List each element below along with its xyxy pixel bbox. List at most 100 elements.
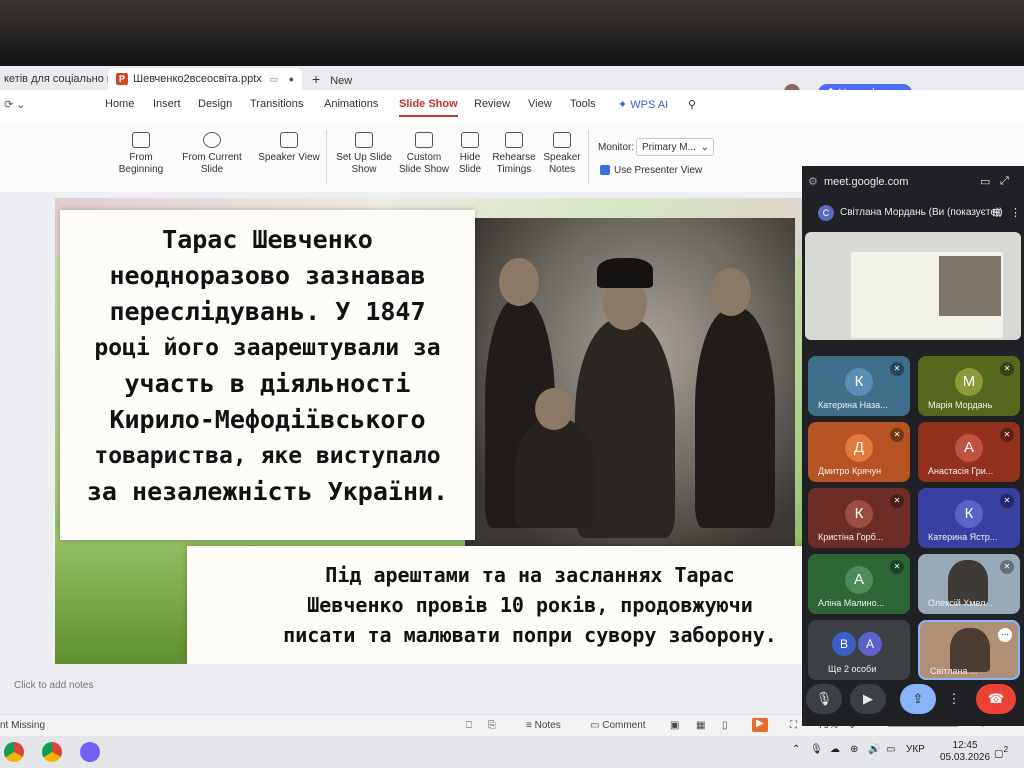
participant-name: Аліна Малино... xyxy=(818,598,885,608)
transition-icon[interactable]: ⎘ xyxy=(488,720,496,731)
participant-avatar: В xyxy=(832,632,856,656)
self-video-tile[interactable]: ⋯ Світлана ... xyxy=(918,620,1020,680)
network-icon[interactable]: ⊕ xyxy=(850,744,858,755)
more-vert-icon[interactable]: ⋮ xyxy=(1010,206,1021,219)
participant-name: Марія Мордань xyxy=(928,400,993,410)
notes-toggle[interactable]: ≡ Notes xyxy=(526,720,561,731)
from-current-button[interactable]: From Current Slide xyxy=(170,132,254,176)
new-tab-button[interactable]: + New xyxy=(312,68,352,92)
clock[interactable]: 12:45 05.03.2026 xyxy=(940,740,990,764)
expand-icon[interactable]: ⤢ xyxy=(1000,175,1009,188)
tab-monitor-icon[interactable]: ▭ xyxy=(269,68,278,90)
viber-icon[interactable] xyxy=(80,742,100,762)
quick-access-icon[interactable]: ⟳ ⌄ xyxy=(4,98,26,111)
present-button[interactable]: ⇪ xyxy=(900,684,936,714)
speaker-view-icon xyxy=(280,132,298,148)
more-participants-tile[interactable]: В А Ще 2 особи xyxy=(808,620,910,680)
person-head xyxy=(711,268,751,316)
rehearse-timings-button[interactable]: Rehearse Timings xyxy=(490,132,538,176)
menu-transitions[interactable]: Transitions xyxy=(250,98,303,110)
camera-icon: ▶ xyxy=(863,691,873,706)
camera-button[interactable]: ▶ xyxy=(850,684,886,714)
menu-wps-ai[interactable]: ✦ WPS AI xyxy=(618,98,668,111)
powerpoint-icon: P xyxy=(116,73,128,86)
new-tab-label: New xyxy=(330,75,353,87)
mic-off-icon: ✕ xyxy=(1000,560,1014,574)
normal-view-icon[interactable]: ▣ xyxy=(670,720,679,731)
hide-slide-button[interactable]: Hide Slide xyxy=(456,132,484,176)
fit-icon[interactable]: ⛶ xyxy=(790,720,797,731)
site-settings-icon[interactable]: ⚙ xyxy=(808,175,818,188)
participant-tile[interactable]: К ✕ Катерина Наза... xyxy=(808,356,910,416)
browser-tab-active[interactable]: P Шевченко2всеосвіта.pptx ▭ ● xyxy=(108,68,302,90)
leave-call-button[interactable]: ☎ xyxy=(976,684,1016,714)
speaker-view-button[interactable]: Speaker View xyxy=(258,132,320,164)
chrome-icon[interactable] xyxy=(4,742,24,762)
pip-icon[interactable]: ▭ xyxy=(980,175,990,188)
participant-tile[interactable]: А ✕ Аліна Малино... xyxy=(808,554,910,614)
menu-tools[interactable]: Tools xyxy=(570,98,596,110)
menu-review[interactable]: Review xyxy=(474,98,510,110)
chrome-icon[interactable] xyxy=(42,742,62,762)
participant-tile[interactable]: К ✕ Катерина Ястр... xyxy=(918,488,1020,548)
wps-ai-icon: ✦ xyxy=(618,99,631,111)
volume-icon[interactable]: 🔊 xyxy=(868,744,880,755)
person-head xyxy=(535,388,573,430)
microphone-button[interactable]: 🎙 xyxy=(806,684,842,714)
monitor-select[interactable]: Primary M... ⌄ xyxy=(636,138,714,156)
slide-sorter-icon[interactable]: ▦ xyxy=(696,720,705,731)
microphone-icon[interactable]: 🎙 xyxy=(810,744,823,755)
participant-tile[interactable]: М ✕ Марія Мордань xyxy=(918,356,1020,416)
language-indicator[interactable]: УКР xyxy=(906,744,925,755)
slide[interactable]: Тарас Шевченко неодноразово зазнавав пер… xyxy=(55,198,873,664)
menu-view[interactable]: View xyxy=(528,98,552,110)
setup-slideshow-button[interactable]: Set Up Slide Show xyxy=(334,132,394,176)
browser-tab-1[interactable]: кетів для соціально н xyxy=(0,68,108,90)
pin-icon[interactable]: ⊞ xyxy=(992,206,1001,219)
notifications-icon[interactable]: ▢2 xyxy=(994,744,1008,759)
menu-design[interactable]: Design xyxy=(198,98,232,110)
font-missing-text[interactable]: nt Missing xyxy=(0,720,45,731)
participant-avatar: К xyxy=(845,368,873,396)
cloud-icon[interactable]: ☁ xyxy=(830,744,840,755)
menu-animations[interactable]: Animations xyxy=(324,98,378,110)
caption-icon[interactable]: ⎕ xyxy=(466,720,472,731)
text-line: Шевченко провів 10 років, продовжуючи xyxy=(307,593,753,617)
menu-home[interactable]: Home xyxy=(105,98,134,110)
participant-tile[interactable]: К ✕ Кристіна Горб... xyxy=(808,488,910,548)
custom-slideshow-button[interactable]: Custom Slide Show xyxy=(398,132,450,176)
more-options-icon[interactable]: ⋯ xyxy=(998,628,1012,642)
participant-avatar: А xyxy=(858,632,882,656)
from-beginning-label: From Beginning xyxy=(118,152,164,175)
tab-close-icon[interactable]: ● xyxy=(289,68,294,90)
participant-video-tile[interactable]: ✕ Олексій Хмел... xyxy=(918,554,1020,614)
slide-textbox-main[interactable]: Тарас Шевченко неодноразово зазнавав пер… xyxy=(60,210,475,540)
shared-screen-preview[interactable] xyxy=(805,232,1021,340)
menu-insert[interactable]: Insert xyxy=(153,98,181,110)
slideshow-play-icon[interactable]: ▶ xyxy=(752,718,768,732)
reading-view-icon[interactable]: ▯ xyxy=(722,720,728,731)
slide-textbox-bottom[interactable]: Під арештами та на засланнях Тарас Шевче… xyxy=(187,546,873,664)
use-presenter-checkbox[interactable]: Use Presenter View xyxy=(600,165,702,176)
speaker-view-label: Speaker View xyxy=(258,152,320,163)
play-icon xyxy=(132,132,150,148)
rehearse-label: Rehearse Timings xyxy=(492,152,536,175)
search-icon[interactable]: ⚲ xyxy=(688,98,696,111)
menu-slide-show[interactable]: Slide Show xyxy=(399,98,458,117)
participant-tile[interactable]: Д ✕ Дмитро Крячун xyxy=(808,422,910,482)
battery-icon[interactable]: ▭ xyxy=(886,744,895,755)
text-line: Під арештами та на засланнях Тарас xyxy=(325,563,735,587)
tray-chevron-icon[interactable]: ⌃ xyxy=(792,744,800,755)
notes-placeholder[interactable]: Click to add notes xyxy=(14,680,94,691)
comment-toggle[interactable]: ▭ Comment xyxy=(590,720,646,731)
speaker-notes-button[interactable]: Speaker Notes xyxy=(542,132,582,176)
monitor-value: Primary M... xyxy=(642,142,696,153)
person-figure xyxy=(695,308,775,528)
presenter-name: Світлана Мордань (Ви (показуєте)) xyxy=(840,207,1003,218)
participant-name: Катерина Ястр... xyxy=(928,532,998,542)
from-beginning-button[interactable]: From Beginning xyxy=(118,132,164,176)
meet-controls: 🎙 ▶ ⇪ ⋮ ☎ xyxy=(802,678,1024,718)
more-options-button[interactable]: ⋮ xyxy=(944,684,964,714)
more-vert-icon: ⋮ xyxy=(947,691,961,706)
participant-tile[interactable]: А ✕ Анастасія Гри... xyxy=(918,422,1020,482)
